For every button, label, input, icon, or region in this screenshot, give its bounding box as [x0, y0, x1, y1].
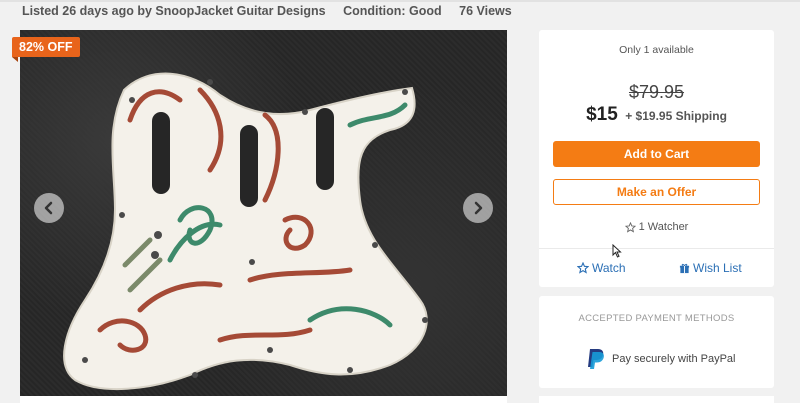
paypal-text: Pay securely with PayPal: [612, 353, 736, 365]
star-outline-icon: [577, 262, 589, 274]
price-row: $15 + $19.95 Shipping: [539, 104, 774, 126]
next-image-button[interactable]: [463, 193, 493, 223]
payment-methods-card: ACCEPTED PAYMENT METHODS Pay securely wi…: [539, 296, 774, 388]
shipping-cost: + $19.95 Shipping: [625, 109, 727, 123]
star-outline-icon: [624, 221, 636, 233]
availability-text: Only 1 available: [619, 44, 694, 56]
views-count: 76 Views: [459, 4, 512, 18]
card-divider: [539, 248, 774, 249]
pickguard-photo: [63, 72, 428, 391]
purchase-card: Only 1 available $79.95 $15 + $19.95 Shi…: [539, 30, 774, 287]
watch-label: Watch: [592, 261, 626, 275]
watch-button[interactable]: Watch: [577, 261, 626, 275]
gallery-bottom-edge: [20, 396, 507, 403]
discount-badge: 82% OFF: [12, 37, 80, 62]
chevron-left-icon: [44, 201, 53, 215]
top-edge: [0, 0, 800, 2]
original-price: $79.95: [628, 82, 685, 102]
listed-by-text: Listed 26 days ago by SnoopJacket Guitar…: [22, 4, 326, 18]
chevron-right-icon: [474, 201, 483, 215]
previous-image-button[interactable]: [34, 193, 64, 223]
product-image-gallery[interactable]: [20, 30, 507, 396]
wishlist-label: Wish List: [693, 261, 742, 275]
watcher-count: 1 Watcher: [539, 221, 774, 233]
paypal-icon: [588, 349, 604, 369]
paypal-row: Pay securely with PayPal: [587, 348, 736, 370]
gift-icon: [679, 263, 690, 273]
condition-text: Condition: Good: [343, 4, 442, 18]
add-to-cart-button[interactable]: Add to Cart: [553, 141, 760, 167]
sidebar-bottom-card-edge: [539, 396, 774, 403]
payment-methods-title: ACCEPTED PAYMENT METHODS: [578, 313, 735, 324]
listing-meta-bar: Listed 26 days ago by SnoopJacket Guitar…: [22, 4, 526, 18]
watcher-count-label: 1 Watcher: [638, 221, 689, 233]
wishlist-button[interactable]: Wish List: [679, 261, 742, 275]
mouse-cursor-icon: [612, 244, 622, 258]
current-price: $15: [586, 104, 618, 125]
make-offer-button[interactable]: Make an Offer: [553, 179, 760, 205]
